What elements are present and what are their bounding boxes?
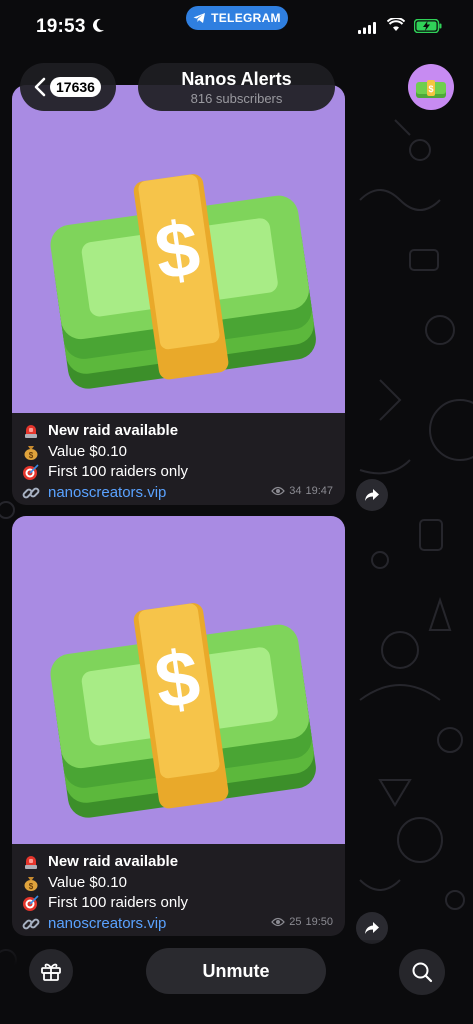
target-icon bbox=[22, 463, 40, 481]
view-count: 25 bbox=[289, 916, 302, 928]
post-image[interactable]: $ bbox=[12, 516, 345, 844]
post-time: 19:47 bbox=[305, 485, 333, 497]
channel-avatar[interactable]: $ bbox=[408, 64, 454, 110]
moon-icon bbox=[90, 17, 106, 38]
post-time: 19:50 bbox=[305, 916, 333, 928]
post-line: New raid available bbox=[22, 421, 335, 442]
search-icon bbox=[412, 962, 433, 983]
post-line: First 100 raiders only bbox=[22, 462, 335, 483]
share-button[interactable] bbox=[356, 479, 388, 511]
svg-text:$: $ bbox=[428, 84, 433, 94]
telegram-pill[interactable]: TELEGRAM bbox=[186, 6, 288, 30]
wifi-icon bbox=[386, 17, 406, 37]
unmute-label: Unmute bbox=[202, 960, 270, 981]
channel-post[interactable]: $ New raid available $ Value $0.10 First… bbox=[12, 516, 345, 936]
signal-icon bbox=[358, 21, 377, 39]
target-icon bbox=[22, 894, 40, 912]
link-icon bbox=[22, 484, 40, 502]
money-bag-icon: $ bbox=[22, 443, 40, 461]
post-line: $ Value $0.10 bbox=[22, 873, 335, 894]
share-arrow-icon bbox=[365, 489, 379, 501]
post-line: First 100 raiders only bbox=[22, 893, 335, 914]
eye-icon bbox=[271, 486, 286, 496]
link-icon bbox=[22, 915, 40, 933]
battery-charging-icon bbox=[413, 18, 442, 38]
post-line: $ Value $0.10 bbox=[22, 442, 335, 463]
view-count: 34 bbox=[289, 485, 302, 497]
post-link[interactable]: nanoscreators.vip bbox=[48, 483, 166, 504]
post-meta: 34 19:47 bbox=[271, 485, 333, 497]
post-link[interactable]: nanoscreators.vip bbox=[48, 914, 166, 935]
rotating-light-icon bbox=[22, 853, 40, 871]
money-bag-icon: $ bbox=[22, 874, 40, 892]
telegram-pill-label: TELEGRAM bbox=[211, 11, 281, 25]
svg-text:$: $ bbox=[29, 451, 34, 460]
post-image[interactable]: $ bbox=[12, 85, 345, 413]
post-line: New raid available bbox=[22, 852, 335, 873]
gift-icon bbox=[41, 963, 61, 981]
channel-post[interactable]: $ New raid available $ Value $0.10 First… bbox=[12, 85, 345, 505]
post-text: New raid available $ Value $0.10 First 1… bbox=[12, 413, 345, 505]
eye-icon bbox=[271, 917, 286, 927]
post-text: New raid available $ Value $0.10 First 1… bbox=[12, 844, 345, 936]
share-arrow-icon bbox=[365, 922, 379, 934]
unmute-button[interactable]: Unmute bbox=[146, 948, 326, 994]
telegram-plane-icon bbox=[193, 13, 206, 23]
status-time: 19:53 bbox=[36, 16, 86, 37]
money-stack-illustration: $ bbox=[50, 174, 316, 389]
rotating-light-icon bbox=[22, 422, 40, 440]
channel-title: Nanos Alerts bbox=[181, 69, 292, 89]
channel-header[interactable]: Nanos Alerts 816 subscribers bbox=[138, 63, 335, 111]
channel-subtitle: 816 subscribers bbox=[190, 91, 283, 106]
money-stack-illustration: $ bbox=[50, 603, 316, 818]
post-meta: 25 19:50 bbox=[271, 916, 333, 928]
chevron-left-icon bbox=[34, 77, 46, 97]
gift-button[interactable] bbox=[29, 949, 73, 993]
back-button[interactable]: 17636 bbox=[20, 63, 116, 111]
unread-count-badge: 17636 bbox=[50, 77, 101, 97]
search-button[interactable] bbox=[399, 949, 445, 995]
status-bar: 19:53 TELEGRAM bbox=[0, 0, 473, 56]
svg-text:$: $ bbox=[29, 882, 34, 891]
